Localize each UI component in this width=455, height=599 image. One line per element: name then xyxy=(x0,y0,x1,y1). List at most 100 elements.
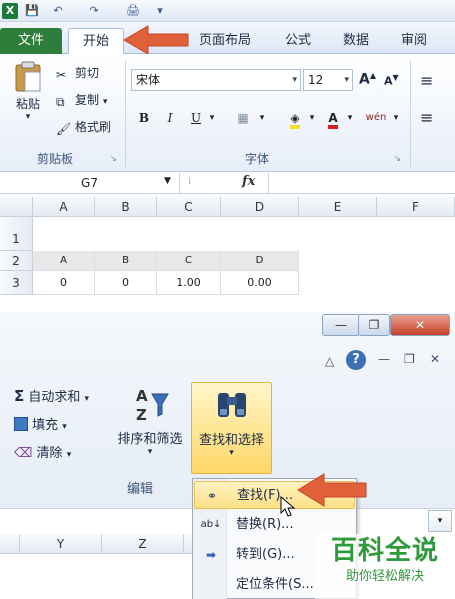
watermark: 百科全说 助你轻松解决 xyxy=(315,534,455,599)
phonetic-dropdown-icon[interactable]: ▾ xyxy=(390,108,402,128)
column-header[interactable]: E xyxy=(299,197,377,217)
watermark-subtitle: 助你轻松解决 xyxy=(345,569,424,584)
font-size-combo[interactable]: 12 ▾ xyxy=(303,69,353,91)
doc-restore-icon[interactable]: ❐ xyxy=(404,352,415,366)
save-icon[interactable]: 💾 xyxy=(24,3,40,19)
help-icon[interactable]: ? xyxy=(346,350,366,370)
copy-button[interactable]: ⧉ 复制 ▾ xyxy=(56,91,107,109)
table-cell[interactable]: 0.00 xyxy=(221,271,299,295)
paste-label: 粘贴 xyxy=(15,97,40,111)
underline-dropdown-icon[interactable]: ▾ xyxy=(206,108,218,128)
sort-filter-button[interactable]: A Z 排序和筛选 ▾ xyxy=(112,384,188,468)
excel-logo-icon: X xyxy=(2,3,18,19)
replace-icon: ab↓ xyxy=(200,519,222,530)
clear-label: 清除 xyxy=(36,446,63,461)
pointer-arrow-icon xyxy=(297,473,367,507)
shrink-font-button[interactable]: A▼ xyxy=(384,73,399,88)
minimize-ribbon-icon[interactable]: △ xyxy=(325,354,334,368)
column-header[interactable]: B xyxy=(95,197,157,217)
quick-access-toolbar: X 💾 ↶ ↷ 🖨 ▾ xyxy=(0,0,455,22)
align-top-icon[interactable]: ≡ xyxy=(420,71,433,90)
fill-color-button[interactable]: ◈ xyxy=(284,108,306,129)
find-select-button[interactable]: 查找和选择 ▾ xyxy=(191,382,272,474)
name-box-dropdown-icon[interactable]: ▼ xyxy=(164,176,171,186)
font-launcher-icon[interactable]: ↘ xyxy=(394,154,401,163)
fill-dropdown-icon[interactable]: ▾ xyxy=(306,108,318,128)
group-divider xyxy=(125,60,126,168)
border-dropdown-icon[interactable]: ▾ xyxy=(256,108,268,128)
watermark-title: 百科全说 xyxy=(330,536,439,566)
sort-filter-icon: A Z xyxy=(136,387,169,424)
autosum-label: 自动求和 xyxy=(28,390,81,405)
bold-button[interactable]: B xyxy=(134,108,154,128)
italic-button[interactable]: I xyxy=(160,108,180,128)
table-cell[interactable]: C xyxy=(157,251,221,271)
eraser-icon: ⌫ xyxy=(14,446,33,461)
row-header[interactable]: 1 xyxy=(0,217,33,251)
pointer-arrow-icon xyxy=(123,25,189,55)
minimize-button[interactable]: — xyxy=(322,314,360,336)
table-cell[interactable]: D xyxy=(221,251,299,271)
align-left-icon[interactable]: ≡ xyxy=(420,108,433,127)
restore-button[interactable]: ❐ xyxy=(358,314,390,336)
column-header[interactable]: Z xyxy=(102,534,184,554)
grow-font-icon: A xyxy=(359,71,370,88)
font-color-button[interactable]: A xyxy=(322,108,344,129)
font-color-dropdown-icon[interactable]: ▾ xyxy=(344,108,356,128)
cut-button[interactable]: ✂ 剪切 xyxy=(56,64,99,82)
font-name-combo[interactable]: 宋体 ▾ xyxy=(131,69,301,91)
font-color-icon: A xyxy=(328,111,338,129)
name-box[interactable]: G7 xyxy=(0,173,180,193)
column-header[interactable]: Y xyxy=(20,534,102,554)
column-header[interactable]: C xyxy=(157,197,221,217)
paste-button[interactable]: 粘贴 ▾ xyxy=(8,60,48,122)
clear-button[interactable]: ⌫ 清除 ▾ xyxy=(14,442,71,461)
close-button[interactable]: ✕ xyxy=(390,314,450,336)
torn-edge-fade xyxy=(299,247,455,297)
tab-data[interactable]: 数据 xyxy=(336,28,376,54)
copy-label: 复制 xyxy=(75,93,100,107)
table-cell[interactable]: 0 xyxy=(33,271,95,295)
table-cell[interactable]: A xyxy=(33,251,95,271)
menu-item-label: 定位条件(S... xyxy=(236,577,314,592)
table-cell[interactable]: B xyxy=(95,251,157,271)
doc-close-icon[interactable]: ✕ xyxy=(430,352,440,366)
column-header[interactable]: A xyxy=(33,197,95,217)
row-header[interactable]: 3 xyxy=(0,271,33,295)
expand-formula-icon[interactable]: ▾ xyxy=(428,510,452,532)
table-cell[interactable]: 0 xyxy=(95,271,157,295)
grow-font-button[interactable]: A▲ xyxy=(359,71,376,88)
paste-dropdown-icon[interactable]: ▾ xyxy=(8,112,48,122)
formula-input[interactable] xyxy=(268,173,455,193)
chevron-down-icon: ▾ xyxy=(292,75,297,85)
print-icon[interactable]: 🖨 xyxy=(124,3,142,19)
select-all-corner[interactable] xyxy=(0,197,33,217)
clipboard-group-label: 剪贴板 xyxy=(36,152,73,166)
ribbon-home-panel: 粘贴 ▾ ✂ 剪切 ⧉ 复制 ▾ 🖌 格式刷 剪贴板 ↘ 宋体 ▾ 12 ▾ A▲ A… xyxy=(0,54,455,172)
tab-review[interactable]: 审阅 xyxy=(394,28,434,54)
tab-file[interactable]: 文件 xyxy=(0,28,62,54)
autosum-button[interactable]: Σ 自动求和 ▾ xyxy=(14,386,89,405)
column-header[interactable]: D xyxy=(221,197,299,217)
redo-icon[interactable]: ↷ xyxy=(86,3,102,19)
copy-dropdown-icon[interactable]: ▾ xyxy=(103,97,108,107)
doc-minimize-icon[interactable]: — xyxy=(378,352,390,366)
chevron-down-icon: ▾ xyxy=(344,75,349,85)
undo-icon[interactable]: ↶ xyxy=(50,3,66,19)
tab-page-layout[interactable]: 页面布局 xyxy=(190,28,260,54)
insert-function-icon[interactable]: fx xyxy=(242,174,255,189)
tab-home[interactable]: 开始 xyxy=(68,28,124,55)
cut-label: 剪切 xyxy=(75,66,100,80)
fill-button[interactable]: 填充 ▾ xyxy=(14,414,67,433)
border-button[interactable]: ▦ xyxy=(232,108,254,128)
underline-button[interactable]: U xyxy=(186,108,206,128)
table-cell[interactable]: 1.00 xyxy=(157,271,221,295)
customize-qat-icon[interactable]: ▾ xyxy=(154,3,166,19)
format-painter-button[interactable]: 🖌 格式刷 xyxy=(56,118,111,136)
column-header[interactable]: F xyxy=(377,197,455,217)
arrow-right-icon: ➡ xyxy=(205,548,217,562)
row-header[interactable]: 2 xyxy=(0,251,33,271)
tab-formulas[interactable]: 公式 xyxy=(278,28,318,54)
phonetic-button[interactable]: wén xyxy=(362,108,390,128)
clipboard-launcher-icon[interactable]: ↘ xyxy=(110,154,117,163)
